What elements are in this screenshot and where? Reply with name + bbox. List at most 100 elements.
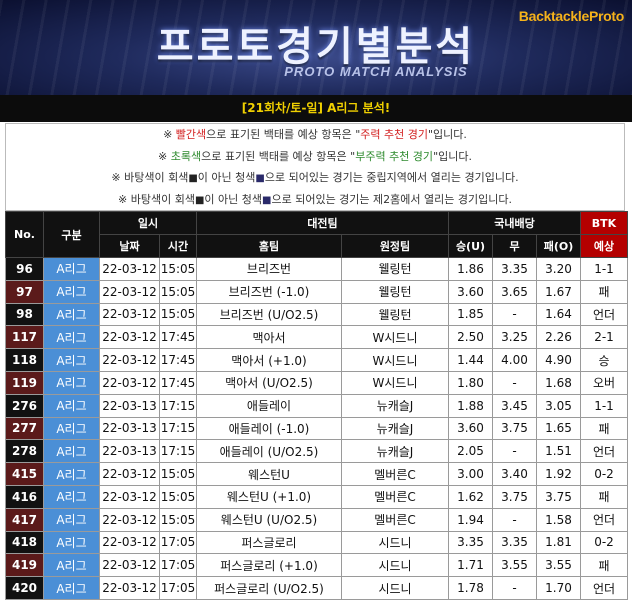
btk-prediction: 1-1 — [580, 257, 628, 281]
date-cell: 22-03-12 — [99, 348, 160, 372]
odds-win: 1.80 — [448, 370, 493, 395]
away-team: 뉴캐슬J — [341, 393, 449, 418]
odds-lose: 2.26 — [536, 325, 581, 350]
time-cell: 17:45 — [159, 325, 197, 350]
table-row[interactable]: 119 A리그 22-03-12 17:45 맥아서 (U/O2.5) W시드니 1.80-… — [5, 370, 628, 395]
odds-win: 1.94 — [448, 507, 493, 532]
home-team: 웨스턴U — [196, 462, 342, 486]
odds-lose: 1.65 — [536, 416, 581, 441]
odds-draw: - — [492, 370, 537, 395]
date-cell: 22-03-12 — [99, 279, 160, 304]
table-row[interactable]: 419 A리그 22-03-12 17:05 퍼스글로리 (+1.0) 시드니 1.71 3.… — [5, 553, 628, 578]
table-row[interactable]: 416 A리그 22-03-12 15:05 웨스턴U (+1.0) 멜버른C 1.62 3.… — [5, 484, 628, 509]
odds-lose: 1.51 — [536, 439, 581, 464]
table-row[interactable]: 98 A리그 22-03-12 15:05 브리즈번 (U/O2.5) 웰링턴 1.85-1… — [5, 302, 628, 327]
btk-prediction: 패 — [580, 279, 628, 304]
away-team: 멜버른C — [341, 462, 449, 486]
header-odds: 국내배당 — [448, 211, 581, 235]
row-number: 417 — [5, 507, 44, 532]
odds-lose: 3.20 — [536, 257, 581, 281]
row-number: 415 — [5, 462, 44, 486]
odds-draw: 3.75 — [492, 484, 537, 509]
table-row[interactable]: 420 A리그 22-03-12 17:05 퍼스글로리 (U/O2.5) 시드니 1.78… — [5, 576, 628, 600]
table-row[interactable]: 96 A리그 22-03-12 15:05 브리즈번 웰링턴 1.86 3.35 3.20 1-1 — [5, 257, 628, 281]
away-team: W시드니 — [341, 370, 449, 395]
date-cell: 22-03-13 — [99, 393, 160, 418]
table-row[interactable]: 118 A리그 22-03-12 17:45 맥아서 (+1.0) W시드니 1.44 4.0… — [5, 348, 628, 372]
btk-prediction: 오버 — [580, 370, 628, 395]
row-number: 117 — [5, 325, 44, 350]
league-cell: A리그 — [43, 416, 100, 441]
odds-draw: - — [492, 507, 537, 532]
away-team: 뉴캐슬J — [341, 416, 449, 441]
table-row[interactable]: 415 A리그 22-03-12 15:05 웨스턴U 멜버른C 3.00 3.40 1.92 0… — [5, 462, 628, 486]
odds-win: 3.60 — [448, 279, 493, 304]
header-match: 대전팀 — [196, 211, 449, 235]
league-cell: A리그 — [43, 484, 100, 509]
odds-draw: 3.35 — [492, 530, 537, 555]
table-row[interactable]: 97 A리그 22-03-12 15:05 브리즈번 (-1.0) 웰링턴 3.60 3.65… — [5, 279, 628, 304]
date-cell: 22-03-12 — [99, 325, 160, 350]
home-team: 맥아서 (+1.0) — [196, 348, 342, 372]
odds-win: 1.85 — [448, 302, 493, 327]
page: 프로토경기별분석 PROTO MATCH ANALYSIS Backtackle… — [0, 0, 632, 600]
away-team: 웰링턴 — [341, 279, 449, 304]
banner: 프로토경기별분석 PROTO MATCH ANALYSIS Backtackle… — [0, 0, 632, 95]
header-win: 승(U) — [448, 234, 493, 258]
home-team: 맥아서 (U/O2.5) — [196, 370, 342, 395]
odds-draw: 3.25 — [492, 325, 537, 350]
odds-lose: 1.81 — [536, 530, 581, 555]
row-number: 416 — [5, 484, 44, 509]
match-table: No. 구분 일시 대전팀 국내배당 BTK 날짜 시간 홈팀 원정팀 승(U)… — [5, 211, 628, 600]
btk-prediction: 패 — [580, 416, 628, 441]
time-cell: 17:05 — [159, 553, 197, 578]
odds-draw: - — [492, 439, 537, 464]
odds-draw: 3.35 — [492, 257, 537, 281]
header-lose: 패(O) — [536, 234, 581, 258]
table-row[interactable]: 417 A리그 22-03-12 15:05 웨스턴U (U/O2.5) 멜버른C 1.94… — [5, 507, 628, 532]
notice-red: ※ 빨간색으로 표기된 백태를 예상 항목은 "주력 추천 경기"입니다. — [163, 128, 467, 141]
home-team: 웨스턴U (U/O2.5) — [196, 507, 342, 532]
away-team: 시드니 — [341, 553, 449, 578]
header-prediction: 예상 — [580, 234, 628, 258]
table-row[interactable]: 418 A리그 22-03-12 17:05 퍼스글로리 시드니 3.35 3.35 1.81 0… — [5, 530, 628, 555]
league-cell: A리그 — [43, 257, 100, 281]
brand-logo[interactable]: BacktackleProto — [519, 8, 625, 24]
btk-prediction: 언더 — [580, 507, 628, 532]
league-cell: A리그 — [43, 462, 100, 486]
btk-prediction: 언더 — [580, 576, 628, 600]
time-cell: 15:05 — [159, 484, 197, 509]
row-number: 98 — [5, 302, 44, 327]
odds-win: 2.05 — [448, 439, 493, 464]
home-team: 애들레이 — [196, 393, 342, 418]
time-cell: 17:15 — [159, 439, 197, 464]
away-team: 웰링턴 — [341, 302, 449, 327]
league-cell: A리그 — [43, 325, 100, 350]
home-team: 퍼스글로리 (U/O2.5) — [196, 576, 342, 600]
table-row[interactable]: 276 A리그 22-03-13 17:15 애들레이 뉴캐슬J 1.88 3.45 3.05 1… — [5, 393, 628, 418]
table-row[interactable]: 278 A리그 22-03-13 17:15 애들레이 (U/O2.5) 뉴캐슬J 2.05… — [5, 439, 628, 464]
time-cell: 17:15 — [159, 416, 197, 441]
odds-win: 3.35 — [448, 530, 493, 555]
home-team: 퍼스글로리 — [196, 530, 342, 555]
odds-lose: 1.70 — [536, 576, 581, 600]
notice-green: ※ 초록색으로 표기된 백태를 예상 항목은 "부주력 추천 경기"입니다. — [158, 149, 472, 163]
league-cell: A리그 — [43, 279, 100, 304]
time-cell: 17:45 — [159, 370, 197, 395]
home-team: 웨스턴U (+1.0) — [196, 484, 342, 509]
time-cell: 15:05 — [159, 302, 197, 327]
away-team: 시드니 — [341, 530, 449, 555]
header-category: 구분 — [43, 211, 100, 258]
date-cell: 22-03-13 — [99, 416, 160, 441]
row-number: 276 — [5, 393, 44, 418]
odds-lose: 3.05 — [536, 393, 581, 418]
table-row[interactable]: 117 A리그 22-03-12 17:45 맥아서 W시드니 2.50 3.25 2.26 2-… — [5, 325, 628, 350]
table-row[interactable]: 277 A리그 22-03-13 17:15 애들레이 (-1.0) 뉴캐슬J 3.60 3.… — [5, 416, 628, 441]
home-team: 브리즈번 — [196, 257, 342, 281]
date-cell: 22-03-12 — [99, 462, 160, 486]
date-cell: 22-03-12 — [99, 530, 160, 555]
row-number: 118 — [5, 348, 44, 372]
header-btk: BTK — [580, 211, 628, 235]
time-cell: 15:05 — [159, 279, 197, 304]
row-number: 418 — [5, 530, 44, 555]
